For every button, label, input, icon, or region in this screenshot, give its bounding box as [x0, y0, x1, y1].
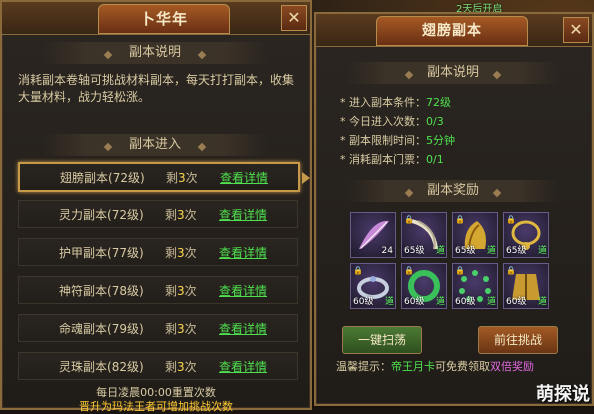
dungeon-list-panel: 卜华年 ✕ 副本说明 消耗副本卷轴可挑战材料副本，每天打打副本，收集大量材料，战… [0, 0, 312, 413]
dungeon-row[interactable]: 灵力副本(72级) 剩3次 查看详情 [18, 200, 298, 228]
dungeon-row[interactable]: 护甲副本(77级) 剩3次 查看详情 [18, 238, 298, 266]
lock-icon: 🔒 [455, 215, 465, 224]
remaining-count: 剩3次 [165, 246, 197, 260]
reward-class-tag: 道 [537, 246, 547, 256]
view-details-link[interactable]: 查看详情 [219, 244, 267, 261]
reward-level: 60级 [404, 297, 425, 307]
reward-level: 60级 [506, 297, 527, 307]
right-panel-title: 翅膀副本 [376, 16, 528, 46]
remaining-count: 剩3次 [165, 360, 197, 374]
promo-text: 晋升为玛法王者可增加挑战次数 [79, 400, 233, 413]
remaining-count: 剩3次 [166, 171, 198, 185]
selection-arrow-icon [302, 172, 310, 184]
reward-class-tag: 道 [435, 297, 445, 307]
left-title-bar: 卜华年 ✕ [2, 2, 310, 35]
entry-heading: 副本进入 [42, 134, 268, 156]
dungeon-detail-panel: 翅膀副本 ✕ 副本说明 * 进入副本条件：72级 * 今日进入次数：0/3 * 副本… [314, 12, 594, 406]
reward-level: 65级 [455, 246, 476, 256]
reward-level: 60级 [455, 297, 476, 307]
desc-text: 消耗副本卷轴可挑战材料副本，每天打打副本，收集大量材料，战力轻松涨。 [18, 73, 295, 104]
info-line: * 消耗副本门票：0/1 [340, 153, 444, 166]
dungeon-row[interactable]: 灵珠副本(82级) 剩3次 查看详情 [18, 352, 298, 380]
tip-label: 温馨提示： [336, 360, 391, 373]
view-details-link[interactable]: 查看详情 [219, 358, 267, 375]
dungeon-row[interactable]: 翅膀副本(72级) 剩3次 查看详情 [18, 162, 310, 192]
reward-slot[interactable]: 🔒 60级道 [503, 263, 549, 309]
dungeon-name: 护甲副本(77级) [59, 246, 144, 260]
reward-heading: 副本奖励 [346, 180, 560, 202]
detail-desc-heading: 副本说明 [346, 62, 560, 84]
sweep-button[interactable]: 一键扫荡 [342, 326, 422, 354]
tip-reward: 双倍奖励 [490, 360, 534, 373]
tip-mid: 可免费领取 [435, 360, 490, 373]
view-details-link[interactable]: 查看详情 [219, 206, 267, 223]
info-line: * 进入副本条件：72级 [340, 96, 451, 109]
left-panel-title: 卜华年 [98, 4, 230, 34]
reward-count: 24 [381, 246, 393, 256]
right-title-bar: 翅膀副本 ✕ [316, 14, 592, 47]
remaining-count: 剩3次 [165, 284, 197, 298]
reward-slot[interactable]: 🔒 65级道 [401, 212, 447, 258]
challenge-button[interactable]: 前往挑战 [478, 326, 558, 354]
lock-icon: 🔒 [404, 215, 414, 224]
view-details-link[interactable]: 查看详情 [219, 282, 267, 299]
right-close-button[interactable]: ✕ [563, 17, 589, 43]
view-details-link[interactable]: 查看详情 [220, 169, 268, 186]
remaining-count: 剩3次 [165, 208, 197, 222]
desc-heading: 副本说明 [42, 42, 268, 64]
remaining-count: 剩3次 [165, 322, 197, 336]
left-close-button[interactable]: ✕ [281, 5, 307, 31]
dungeon-name: 翅膀副本(72级) [60, 171, 145, 185]
reward-class-tag: 道 [486, 246, 496, 256]
lock-icon: 🔒 [455, 266, 465, 275]
reward-slot[interactable]: 🔒 65级道 [452, 212, 498, 258]
tip-card-link[interactable]: 帝王月卡 [391, 360, 435, 373]
watermark: 萌探说 [536, 384, 590, 405]
reward-slot[interactable]: 🔒 65级道 [503, 212, 549, 258]
reward-level: 65级 [404, 246, 425, 256]
reward-class-tag: 道 [384, 297, 394, 307]
view-details-link[interactable]: 查看详情 [219, 320, 267, 337]
info-line: * 今日进入次数：0/3 [340, 115, 444, 128]
dungeon-row[interactable]: 命魂副本(79级) 剩3次 查看详情 [18, 314, 298, 342]
reward-level: 65级 [506, 246, 527, 256]
dungeon-name: 灵珠副本(82级) [59, 360, 144, 374]
dungeon-name: 神符副本(78级) [59, 284, 144, 298]
lock-icon: 🔒 [506, 266, 516, 275]
reward-class-tag: 道 [486, 297, 496, 307]
lock-icon: 🔒 [353, 266, 363, 275]
tip-line: 温馨提示：帝王月卡可免费领取双倍奖励 [336, 358, 534, 374]
reward-slot[interactable]: 🔒 60级道 [350, 263, 396, 309]
reward-class-tag: 道 [435, 246, 445, 256]
lock-icon: 🔒 [404, 266, 414, 275]
dungeon-row[interactable]: 神符副本(78级) 剩3次 查看详情 [18, 276, 298, 304]
dungeon-name: 灵力副本(72级) [59, 208, 144, 222]
reward-slot[interactable]: 24 [350, 212, 396, 258]
info-line: * 副本限制时间：5分钟 [340, 134, 455, 147]
reward-level: 60级 [353, 297, 374, 307]
reward-slot[interactable]: 🔒 60级道 [401, 263, 447, 309]
lock-icon: 🔒 [506, 215, 516, 224]
dungeon-name: 命魂副本(79级) [59, 322, 144, 336]
reward-slot[interactable]: 🔒 60级道 [452, 263, 498, 309]
reward-class-tag: 道 [537, 297, 547, 307]
